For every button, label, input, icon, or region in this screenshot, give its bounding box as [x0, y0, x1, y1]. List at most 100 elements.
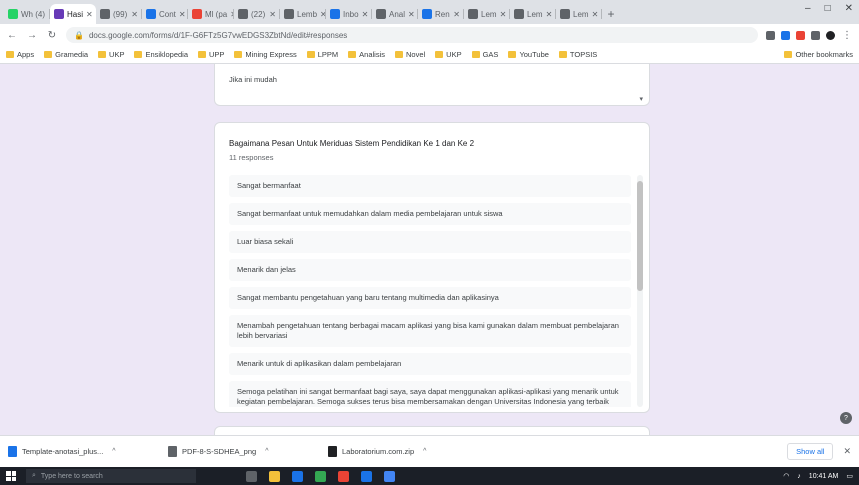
tab-favicon-icon: [422, 9, 432, 19]
tab-close-icon[interactable]: ✕: [546, 10, 553, 19]
bookmark-item[interactable]: UPP: [198, 50, 224, 59]
bookmark-item[interactable]: Mining Express: [234, 50, 297, 59]
bookmark-item[interactable]: Ensiklopedia: [134, 50, 188, 59]
taskbar-app-icon[interactable]: [246, 470, 257, 482]
help-icon[interactable]: ?: [840, 412, 852, 424]
folder-icon: [134, 51, 143, 58]
tab-favicon-icon: [146, 9, 156, 19]
tab-close-icon[interactable]: ✕: [408, 10, 415, 19]
download-item[interactable]: PDF-8-S-SDHEA_png ^: [168, 446, 318, 457]
bookmark-item[interactable]: GAS: [471, 50, 498, 59]
file-icon: [8, 446, 17, 457]
back-button[interactable]: ←: [6, 30, 18, 41]
taskbar-app-icon[interactable]: [338, 470, 349, 482]
bookmark-item[interactable]: UKP: [98, 50, 124, 59]
volume-icon[interactable]: ♪: [797, 473, 801, 480]
browser-tab[interactable]: Lem ✕: [510, 4, 556, 24]
bookmark-item[interactable]: Gramedia: [44, 50, 88, 59]
menu-icon[interactable]: ⋮: [841, 30, 853, 41]
show-all-button[interactable]: Show all: [787, 443, 834, 460]
bookmark-label: LPPM: [317, 50, 339, 59]
bookmark-item[interactable]: YouTube: [508, 50, 549, 59]
wifi-icon[interactable]: ◠: [783, 472, 789, 480]
maximize-button[interactable]: □: [825, 3, 831, 14]
bookmark-label: UKP: [109, 50, 125, 59]
responses-list[interactable]: Sangat bermanfaat Sangat bermanfaat untuk…: [229, 175, 645, 407]
question-card: Bagaimana Pesan Untuk Meriduas Sistem Pe…: [214, 122, 650, 413]
tab-close-icon[interactable]: ✕: [179, 10, 186, 19]
extension-icon[interactable]: [781, 30, 790, 40]
folder-icon: [44, 51, 53, 58]
chevron-up-icon[interactable]: ^: [265, 448, 268, 455]
bookmark-item[interactable]: UKP: [435, 50, 462, 59]
new-tab-button[interactable]: +: [602, 4, 620, 24]
windows-start-icon[interactable]: [6, 471, 16, 481]
forms-responses-page: Jika ini mudah ▾ Bagaimana Pesan Untuk M…: [0, 64, 859, 435]
taskbar-app-icon[interactable]: [315, 470, 326, 482]
tab-close-icon[interactable]: ✕: [500, 10, 507, 19]
browser-tab[interactable]: Lem ✕: [556, 4, 602, 24]
tab-close-icon[interactable]: ✕: [86, 10, 93, 19]
previous-question-card: Jika ini mudah ▾: [214, 64, 650, 106]
tab-close-icon[interactable]: ✕: [269, 10, 276, 19]
address-bar[interactable]: 🔒 docs.google.com/forms/d/1F-G6FTz5G7vwE…: [66, 27, 758, 43]
file-icon: [168, 446, 177, 457]
browser-tab[interactable]: Lem ✕: [464, 4, 510, 24]
bookmark-item[interactable]: Novel: [394, 50, 425, 59]
tab-close-icon[interactable]: ✕: [131, 10, 138, 19]
browser-tab[interactable]: Ren ✕: [418, 4, 464, 24]
scrollbar[interactable]: [637, 175, 643, 407]
tab-close-icon[interactable]: ✕: [453, 10, 460, 19]
folder-icon: [98, 51, 107, 58]
taskbar-app-icon[interactable]: [292, 470, 303, 482]
folder-icon: [508, 51, 517, 58]
download-item[interactable]: Template-anotasi_plus... ^: [8, 446, 158, 457]
browser-toolbar: ← → ↻ 🔒 docs.google.com/forms/d/1F-G6FTz…: [0, 24, 859, 46]
chevron-up-icon[interactable]: ^: [423, 448, 426, 455]
taskbar-app-icon[interactable]: [361, 470, 372, 482]
taskbar-app-icon[interactable]: [269, 470, 280, 482]
extension-icon[interactable]: [796, 30, 805, 40]
forward-button[interactable]: →: [26, 30, 38, 41]
browser-tab[interactable]: Lemb ✕: [280, 4, 326, 24]
download-item[interactable]: Laboratorium.com.zip ^: [328, 446, 478, 457]
notifications-icon[interactable]: ▭: [846, 472, 853, 480]
profile-avatar[interactable]: [826, 30, 835, 40]
close-icon[interactable]: ✕: [843, 446, 851, 457]
extension-icon[interactable]: [766, 30, 775, 40]
close-window-button[interactable]: ✕: [845, 3, 853, 14]
other-bookmarks[interactable]: Other bookmarks: [784, 50, 853, 59]
browser-tab[interactable]: (22) ✕: [234, 4, 280, 24]
bookmarks-bar: Apps Gramedia UKP Ensiklopedia UPP Mining Exp…: [0, 46, 859, 64]
tab-close-icon[interactable]: ✕: [592, 10, 599, 19]
taskbar-search-input[interactable]: ⌕ Type here to search: [26, 469, 196, 483]
browser-tab[interactable]: Ml (pa ✕: [188, 4, 234, 24]
bookmark-item[interactable]: LPPM: [306, 50, 339, 59]
chevron-down-icon[interactable]: ▾: [639, 95, 643, 103]
taskbar-search-placeholder: Type here to search: [40, 472, 103, 480]
tab-label: Lem: [573, 9, 589, 19]
tab-favicon-icon: [468, 9, 478, 19]
response-item: Luar biasa sekali: [229, 231, 631, 253]
scrollbar-thumb[interactable]: [637, 181, 643, 291]
chevron-up-icon[interactable]: ^: [112, 448, 115, 455]
puzzle-icon[interactable]: [811, 30, 820, 40]
taskbar-app-icon[interactable]: [384, 470, 395, 482]
bookmark-item[interactable]: Apps: [6, 50, 34, 59]
browser-tab[interactable]: Anal ✕: [372, 4, 418, 24]
browser-tab[interactable]: Inbo ✕: [326, 4, 372, 24]
browser-tab[interactable]: (99) ✕: [96, 4, 142, 24]
extensions-area: ⋮: [766, 30, 853, 41]
tab-label: (99): [113, 9, 128, 19]
minimize-button[interactable]: –: [805, 3, 811, 14]
next-question-card: [214, 426, 650, 435]
bookmark-item[interactable]: TOPSIS: [558, 50, 597, 59]
clock[interactable]: 10:41 AM: [809, 473, 839, 480]
browser-tab[interactable]: Cont ✕: [142, 4, 188, 24]
bookmark-item[interactable]: Analisis: [348, 50, 385, 59]
browser-tab[interactable]: Hasi ✕: [50, 4, 96, 24]
reload-button[interactable]: ↻: [46, 30, 58, 41]
tab-close-icon[interactable]: ✕: [362, 10, 369, 19]
bookmark-label: Gramedia: [55, 50, 89, 59]
browser-tab[interactable]: Wh (4)✕: [4, 4, 50, 24]
